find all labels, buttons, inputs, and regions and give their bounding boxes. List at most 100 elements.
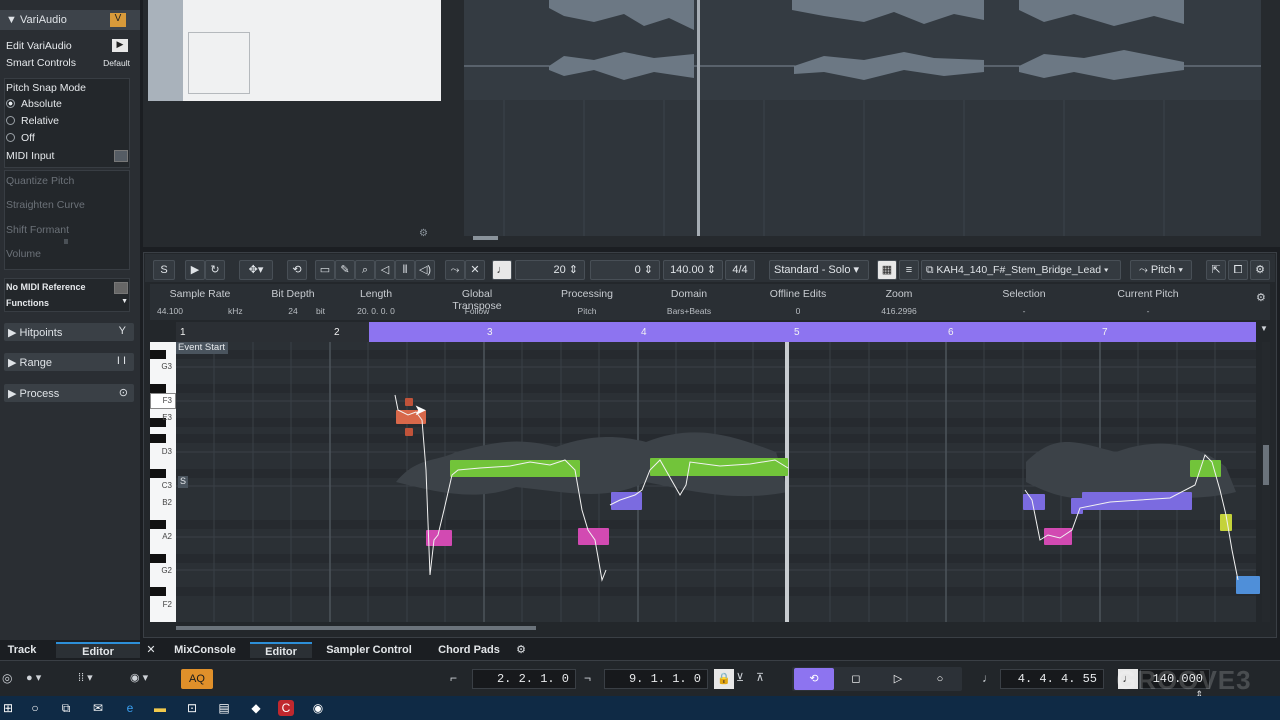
horizontal-scrollbar[interactable] — [473, 236, 498, 240]
signature-field[interactable]: 4/4 — [725, 260, 755, 280]
formant-slider[interactable] — [64, 239, 68, 244]
lock-icon[interactable]: 🔒 — [714, 669, 734, 689]
close-icon[interactable]: ✕ — [142, 642, 160, 658]
info-value[interactable]: Follow — [437, 306, 517, 316]
process-section[interactable]: ▶ Process ⊙ — [4, 384, 134, 402]
info-value[interactable]: - — [984, 306, 1064, 316]
punch-out-icon[interactable]: ⊼ — [756, 671, 772, 684]
metronome-icon[interactable]: ◉ ▾ — [130, 671, 160, 687]
search-icon[interactable]: ○ — [27, 700, 43, 716]
right-locator-field[interactable]: 9. 1. 1. 0 — [604, 669, 708, 689]
record-button[interactable]: ○ — [926, 668, 954, 690]
store-icon[interactable]: ⊡ — [184, 700, 200, 716]
gear-icon[interactable]: ⚙ — [512, 642, 530, 658]
loop-icon[interactable]: ↻ — [205, 260, 225, 280]
toggle-view-icon[interactable]: ▦ — [877, 260, 897, 280]
play-icon[interactable]: ▶ — [185, 260, 205, 280]
range-tool-icon[interactable]: ▭ — [315, 260, 335, 280]
midi-reference-button[interactable] — [114, 282, 128, 294]
right-locator-icon[interactable]: ¬ — [584, 671, 602, 685]
record-mode-icon[interactable]: ● ▾ — [26, 671, 52, 687]
expand-icon[interactable]: ⇱ — [1206, 260, 1226, 280]
snap-icon[interactable]: ⤳ — [445, 260, 465, 280]
midi-input-row[interactable]: MIDI Input — [4, 148, 130, 164]
event-start-marker[interactable]: Event Start — [176, 342, 228, 354]
left-locator-icon[interactable]: ⌐ — [450, 671, 468, 685]
info-value[interactable]: Pitch — [547, 306, 627, 316]
tempo-field[interactable]: 140.00 ⇕ — [663, 260, 723, 280]
info-value[interactable]: - — [1108, 306, 1188, 316]
cycle-button[interactable]: ⟲ — [794, 668, 834, 690]
horizontal-scroll-thumb[interactable] — [176, 626, 536, 630]
ruler-dropdown-icon[interactable]: ▼ — [1258, 324, 1270, 338]
event-range-bar — [369, 322, 1256, 342]
tab-mixconsole[interactable]: MixConsole — [170, 642, 240, 658]
functions-dropdown[interactable]: Functions ▼ — [4, 296, 130, 312]
position-field[interactable]: 4. 4. 4. 55 — [1000, 669, 1104, 689]
segment-marker[interactable]: S — [178, 476, 188, 488]
settings-gear-icon[interactable]: ⚙ — [419, 228, 428, 239]
play-button[interactable]: ▷ — [884, 668, 912, 690]
sync-icon[interactable]: ◎ — [2, 671, 16, 687]
gear-icon[interactable]: ⚙ — [1250, 260, 1270, 280]
note-value-icon[interactable]: ♩ — [492, 260, 512, 280]
tool-selector-icon[interactable]: ✥▾ — [239, 260, 273, 280]
info-line-gear-icon[interactable]: ⚙ — [1256, 291, 1266, 304]
tab-editor-left[interactable]: Editor — [56, 642, 140, 658]
midi-reference-dropdown[interactable]: No MIDI Reference — [4, 280, 130, 296]
mode-dropdown[interactable]: Standard - Solo ▾ — [769, 260, 869, 280]
midi-input-toggle[interactable] — [114, 150, 128, 162]
solo-icon[interactable]: S — [153, 260, 175, 280]
task-view-icon[interactable]: ⧉ — [58, 700, 74, 716]
event-name-dropdown[interactable]: ⧉ KAH4_140_F#_Stem_Bridge_Lead ▾ — [921, 260, 1121, 280]
aq-button[interactable]: AQ — [181, 669, 213, 689]
snap-off-radio[interactable]: Off — [4, 130, 130, 146]
ruler-bar-number: 3 — [487, 327, 493, 338]
audio-icon[interactable]: ⁞⁞ ▾ — [78, 671, 108, 687]
range-section[interactable]: ▶ Range I I — [4, 353, 134, 371]
tab-sampler-control[interactable]: Sampler Control — [322, 642, 416, 658]
window-icon[interactable]: ⧠ — [1228, 260, 1248, 280]
snap-relative-radio[interactable]: Relative — [4, 113, 130, 129]
smart-controls-dropdown[interactable]: Default — [103, 58, 130, 68]
list-icon[interactable]: ≡ — [899, 260, 919, 280]
mode-label: Standard - Solo — [774, 264, 851, 276]
windows-start-icon[interactable]: ⊞ — [0, 700, 16, 716]
cubase-icon[interactable]: C — [278, 700, 294, 716]
app-icon[interactable]: ◆ — [248, 700, 264, 716]
quantize-field[interactable]: 20 ⇕ — [515, 260, 585, 280]
stop-button[interactable]: ◻ — [842, 668, 870, 690]
edit-variaudio-row[interactable]: Edit VariAudio ▶ — [4, 38, 130, 54]
tab-chord-pads[interactable]: Chord Pads — [432, 642, 506, 658]
edge-icon[interactable]: e — [122, 700, 138, 716]
snap-absolute-radio[interactable]: Absolute — [4, 96, 130, 112]
zoom-icon[interactable]: ⌕ — [355, 260, 375, 280]
speaker-icon[interactable]: ◁) — [415, 260, 435, 280]
play-icon[interactable]: ▶ — [112, 39, 128, 52]
hitpoints-section[interactable]: ▶ Hitpoints Y — [4, 323, 134, 341]
pencil-icon[interactable]: ✎ — [335, 260, 355, 280]
punch-in-icon[interactable]: ⊻ — [736, 671, 752, 684]
warp-icon[interactable]: ⟲ — [287, 260, 307, 280]
info-value[interactable]: 20. 0. 0. 0 — [336, 306, 416, 316]
variaudio-icon[interactable]: V — [110, 13, 126, 27]
notepad-icon[interactable]: ▤ — [216, 700, 232, 716]
pitch-dropdown[interactable]: ⤳ Pitch ▾ — [1130, 260, 1192, 280]
mail-icon[interactable]: ✉ — [90, 700, 106, 716]
info-value[interactable]: Bars+Beats — [649, 306, 729, 316]
tab-track[interactable]: Track — [0, 642, 44, 658]
cross-icon[interactable]: ✕ — [465, 260, 485, 280]
scrub-icon[interactable]: ⦀ — [395, 260, 415, 280]
left-locator-field[interactable]: 2. 2. 1. 0 — [472, 669, 576, 689]
variaudio-section-header[interactable]: ▼ VariAudio V — [0, 10, 140, 30]
info-value[interactable]: 416.2996 — [859, 306, 939, 316]
info-value[interactable]: 0 — [758, 306, 838, 316]
folder-icon[interactable]: ▬ — [152, 700, 168, 716]
mute-icon[interactable]: ◁ — [375, 260, 395, 280]
smart-controls-row[interactable]: Smart Controls Default — [4, 55, 130, 71]
tab-editor[interactable]: Editor — [250, 642, 312, 658]
vertical-scroll-thumb[interactable] — [1263, 445, 1269, 485]
offset-field[interactable]: 0 ⇕ — [590, 260, 660, 280]
recorder-icon[interactable]: ◉ — [310, 700, 326, 716]
info-value[interactable]: 44.100 — [150, 306, 190, 316]
